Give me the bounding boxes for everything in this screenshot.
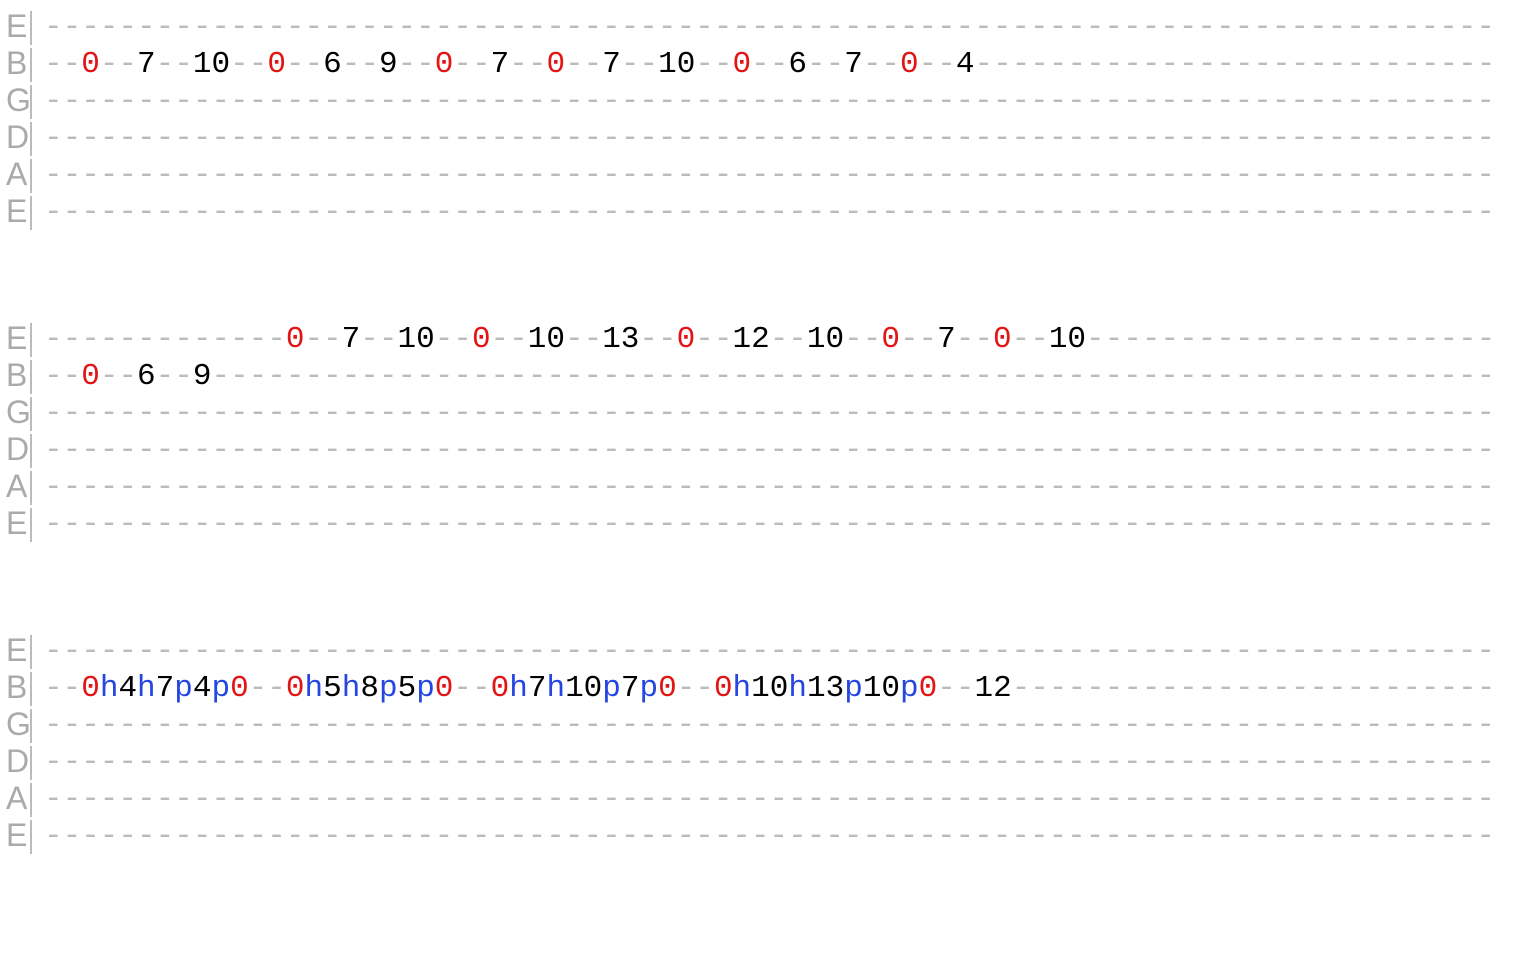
string-content: -------------0--7--10--0--10--13--0--12-…	[44, 321, 1513, 358]
string-content: ----------------------------------------…	[44, 157, 1513, 194]
barline	[30, 85, 40, 119]
string-content: ----------------------------------------…	[44, 120, 1513, 157]
string-content: ----------------------------------------…	[44, 432, 1513, 469]
string-row: A ---------------------------------------…	[6, 780, 1513, 817]
string-label: B	[6, 669, 28, 706]
barline	[30, 397, 40, 431]
barline	[30, 122, 40, 156]
string-row: G ---------------------------------------…	[6, 82, 1513, 119]
string-row: G ---------------------------------------…	[6, 394, 1513, 431]
string-label: G	[6, 82, 28, 119]
string-row: A ---------------------------------------…	[6, 468, 1513, 505]
string-label: E	[6, 817, 28, 854]
string-label: A	[6, 780, 28, 817]
string-label: G	[6, 394, 28, 431]
string-label: E	[6, 193, 28, 230]
string-label: B	[6, 357, 28, 394]
barline	[30, 434, 40, 468]
string-row: B --0--6--9------------------------------…	[6, 357, 1513, 394]
string-row: A ---------------------------------------…	[6, 156, 1513, 193]
string-row: E ---------------------------------------…	[6, 8, 1513, 45]
string-content: --0--6--9-------------------------------…	[44, 358, 1513, 395]
string-row: D ---------------------------------------…	[6, 431, 1513, 468]
barline	[30, 508, 40, 542]
string-row: E ---------------------------------------…	[6, 632, 1513, 669]
string-row: E ---------------------------------------…	[6, 505, 1513, 542]
string-row: D ---------------------------------------…	[6, 119, 1513, 156]
string-row: E ---------------------------------------…	[6, 817, 1513, 854]
string-content: ----------------------------------------…	[44, 707, 1513, 744]
string-label: G	[6, 706, 28, 743]
string-content: ----------------------------------------…	[44, 781, 1513, 818]
string-label: D	[6, 119, 28, 156]
string-label: D	[6, 431, 28, 468]
string-row: E -------------0--7--10--0--10--13--0--12…	[6, 320, 1513, 357]
string-row: B --0--7--10--0--6--9--0--7--0--7--10--0-…	[6, 45, 1513, 82]
string-content: --0h4h7p4p0--0h5h8p5p0--0h7h10p7p0--0h10…	[44, 670, 1513, 707]
barline	[30, 11, 40, 45]
string-row: B --0h4h7p4p0--0h5h8p5p0--0h7h10p7p0--0h1…	[6, 669, 1513, 706]
string-row: E ---------------------------------------…	[6, 193, 1513, 230]
barline	[30, 360, 40, 394]
string-content: ----------------------------------------…	[44, 744, 1513, 781]
barline	[30, 709, 40, 743]
string-label: A	[6, 156, 28, 193]
barline	[30, 820, 40, 854]
string-row: D ---------------------------------------…	[6, 743, 1513, 780]
string-label: D	[6, 743, 28, 780]
string-content: ----------------------------------------…	[44, 633, 1513, 670]
string-row: G ---------------------------------------…	[6, 706, 1513, 743]
string-label: A	[6, 468, 28, 505]
string-label: E	[6, 8, 28, 45]
barline	[30, 746, 40, 780]
string-label: B	[6, 45, 28, 82]
tab-block: E -------------0--7--10--0--10--13--0--12…	[6, 320, 1513, 542]
string-label: E	[6, 632, 28, 669]
string-content: ----------------------------------------…	[44, 506, 1513, 543]
barline	[30, 196, 40, 230]
string-content: ----------------------------------------…	[44, 395, 1513, 432]
tab-block: E ---------------------------------------…	[6, 632, 1513, 854]
tab-block: E ---------------------------------------…	[6, 8, 1513, 230]
string-content: ----------------------------------------…	[44, 83, 1513, 120]
barline	[30, 783, 40, 817]
string-label: E	[6, 320, 28, 357]
string-content: --0--7--10--0--6--9--0--7--0--7--10--0--…	[44, 46, 1513, 83]
barline	[30, 672, 40, 706]
string-label: E	[6, 505, 28, 542]
string-content: ----------------------------------------…	[44, 9, 1513, 46]
guitar-tab-page: E ---------------------------------------…	[0, 0, 1519, 957]
string-content: ----------------------------------------…	[44, 469, 1513, 506]
barline	[30, 471, 40, 505]
barline	[30, 159, 40, 193]
string-content: ----------------------------------------…	[44, 194, 1513, 231]
barline	[30, 635, 40, 669]
barline	[30, 323, 40, 357]
string-content: ----------------------------------------…	[44, 818, 1513, 855]
barline	[30, 48, 40, 82]
